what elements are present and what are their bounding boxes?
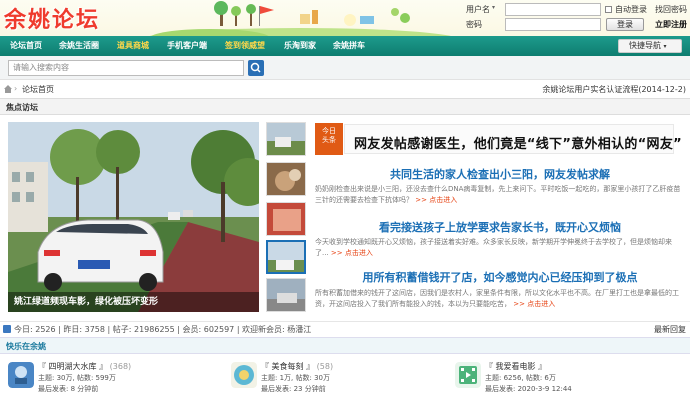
site-header: 余姚论坛 用户名 ▾ 自动登录 找回密码 密码 登录 立即注册	[0, 0, 690, 36]
latest-reply-link[interactable]: 最新回复	[654, 324, 686, 335]
search-icon	[250, 62, 261, 73]
forum-item[interactable]: 『 我爱看电影 』 主题: 6256, 帖数: 6万 最后发表: 2020-3-…	[455, 360, 655, 397]
headline-title[interactable]: 网友发帖感谢医生，他们竟是“线下”意外相认的“网友”	[354, 133, 682, 152]
main-nav: 论坛首页 余姚生活圈 道具商城 手机客户端 签到领威望 乐淘到家 余姚拼车 快捷…	[0, 36, 690, 56]
username-field[interactable]	[505, 3, 601, 16]
chevron-down-icon: ▾	[663, 43, 667, 50]
forum-name-text[interactable]: 『 我爱看电影 』	[485, 362, 546, 371]
find-password-link[interactable]: 找回密码	[655, 4, 687, 15]
breadcrumb-separator: ›	[14, 84, 18, 93]
forum-stats: 主题: 30万, 帖数: 599万	[38, 374, 116, 382]
read-more-link[interactable]: >> 点击进入	[331, 249, 373, 257]
search-button[interactable]	[248, 60, 264, 76]
search-input[interactable]: 请输入搜索内容	[8, 60, 244, 76]
username-label: 用户名	[466, 5, 490, 14]
today-headline-badge: 今日 头条	[315, 123, 343, 155]
slideshow-image	[8, 122, 259, 312]
header-banner-illustration	[150, 1, 451, 36]
stats-icon	[3, 325, 11, 333]
forum-category-header: 快乐在余姚	[0, 337, 690, 354]
forum-new-count: (58)	[316, 362, 334, 371]
auto-login-label: 自动登录	[615, 5, 647, 14]
forum-name[interactable]: 『 我爱看电影 』	[485, 361, 546, 372]
news-summary-text: 所有积蓄加借来的钱开了这间店，因我们是农村人，家里条件有限，所以文化水平也不高。…	[315, 289, 679, 308]
slide-thumbnail-active[interactable]	[266, 240, 306, 274]
focus-section-title: 焦点访坛	[6, 103, 38, 112]
read-more-link[interactable]: >> 点击进入	[513, 300, 555, 308]
forum-last-post[interactable]: 最后发表: 8 分钟前	[38, 384, 98, 394]
quick-nav-button[interactable]: 快捷导航 ▾	[618, 39, 682, 53]
badge-text-bottom: 头条	[322, 136, 336, 144]
focus-slideshow[interactable]: 姚江绿道频现车影，绿化被压坏变形	[8, 122, 259, 312]
home-icon[interactable]	[4, 85, 12, 93]
forum-stats: 今日: 2526 | 昨日: 3758 | 帖子: 21986255 | 会员:…	[14, 325, 312, 334]
nav-item-life[interactable]: 余姚生活圈	[59, 36, 99, 56]
quick-nav-label: 快捷导航	[629, 41, 661, 50]
news-summary-text: 奶奶刚检查出来说是小三阳，还没去查什么DNA病毒复制，先上来问下。平时吃饭一起吃…	[315, 185, 681, 204]
slide-caption[interactable]: 姚江绿道频现车影，绿化被压坏变形	[14, 294, 158, 307]
nav-item-shop[interactable]: 道具商城	[117, 36, 149, 56]
forum-last-post[interactable]: 最后发表: 23 分钟前	[261, 384, 326, 394]
focus-section-header: 焦点访坛	[0, 98, 690, 115]
password-label: 密码	[466, 20, 482, 29]
register-link[interactable]: 立即注册	[655, 19, 687, 30]
news-summary: 奶奶刚检查出来说是小三阳，还没去查什么DNA病毒复制，先上来问下。平时吃饭一起吃…	[315, 184, 685, 206]
slide-thumbnail[interactable]	[266, 202, 306, 236]
forum-name[interactable]: 『 美食每刻 』 (58)	[261, 361, 333, 372]
chevron-down-icon[interactable]: ▾	[492, 4, 495, 11]
forum-icon[interactable]	[8, 362, 34, 388]
announcement-link[interactable]: 余姚论坛用户实名认证流程(2014-12-2)	[542, 84, 686, 95]
site-logo[interactable]: 余姚论坛	[4, 2, 100, 34]
film-icon[interactable]	[455, 362, 481, 388]
forum-item[interactable]: 『 四明湖大水库 』 (368) 主题: 30万, 帖数: 599万 最后发表:…	[8, 360, 208, 397]
login-button[interactable]: 登录	[606, 18, 644, 31]
nav-item-home[interactable]: 论坛首页	[10, 36, 42, 56]
auto-login-checkbox[interactable]	[605, 6, 612, 13]
news-title[interactable]: 看完接送孩子上放学要求告家长书，既开心又烦恼	[315, 219, 685, 235]
news-title[interactable]: 共同生活的家人检查出小三阳，网友发帖求解	[315, 166, 685, 182]
forum-item[interactable]: 『 美食每刻 』 (58) 主题: 1万, 帖数: 30万 最后发表: 23 分…	[231, 360, 431, 397]
read-more-link[interactable]: >> 点击进入	[415, 196, 457, 204]
badge-text-top: 今日	[322, 127, 336, 135]
breadcrumb-current[interactable]: 论坛首页	[22, 84, 54, 95]
forum-icon[interactable]	[231, 362, 257, 388]
forum-name-text[interactable]: 『 四明湖大水库 』	[38, 362, 107, 371]
nav-item-signin[interactable]: 签到领威望	[225, 36, 265, 56]
forum-name[interactable]: 『 四明湖大水库 』 (368)	[38, 361, 131, 372]
news-title[interactable]: 用所有积蓄借钱开了店，如今感觉内心已经压抑到了极点	[315, 269, 685, 285]
news-summary: 所有积蓄加借来的钱开了这间店，因我们是农村人，家里条件有限，所以文化水平也不高。…	[315, 288, 685, 310]
slide-thumbnail[interactable]	[266, 278, 306, 312]
forum-stats: 主题: 1万, 帖数: 30万	[261, 374, 330, 382]
breadcrumb: › 论坛首页 余姚论坛用户实名认证流程(2014-12-2)	[0, 81, 690, 97]
forum-new-count: (368)	[109, 362, 132, 371]
slide-thumbnail[interactable]	[266, 122, 306, 156]
slide-thumbnail[interactable]	[266, 162, 306, 196]
search-bar: 请输入搜索内容	[0, 56, 690, 80]
forum-stats: 主题: 6256, 帖数: 6万	[485, 374, 556, 382]
forum-category-title[interactable]: 快乐在余姚	[6, 341, 46, 352]
nav-item-letao[interactable]: 乐淘到家	[284, 36, 316, 56]
password-field[interactable]	[505, 18, 601, 31]
nav-item-carpool[interactable]: 余姚拼车	[333, 36, 365, 56]
nav-item-mobile[interactable]: 手机客户端	[167, 36, 207, 56]
news-summary: 今天收到学校通知既开心又烦恼，孩子接送着实好难。众多家长反映，新学期开学伸冕终于…	[315, 237, 685, 259]
forum-name-text[interactable]: 『 美食每刻 』	[261, 362, 314, 371]
forum-last-post[interactable]: 最后发表: 2020-3-9 12:44	[485, 384, 572, 394]
forum-stats-bar: 今日: 2526 | 昨日: 3758 | 帖子: 21986255 | 会员:…	[0, 321, 690, 335]
